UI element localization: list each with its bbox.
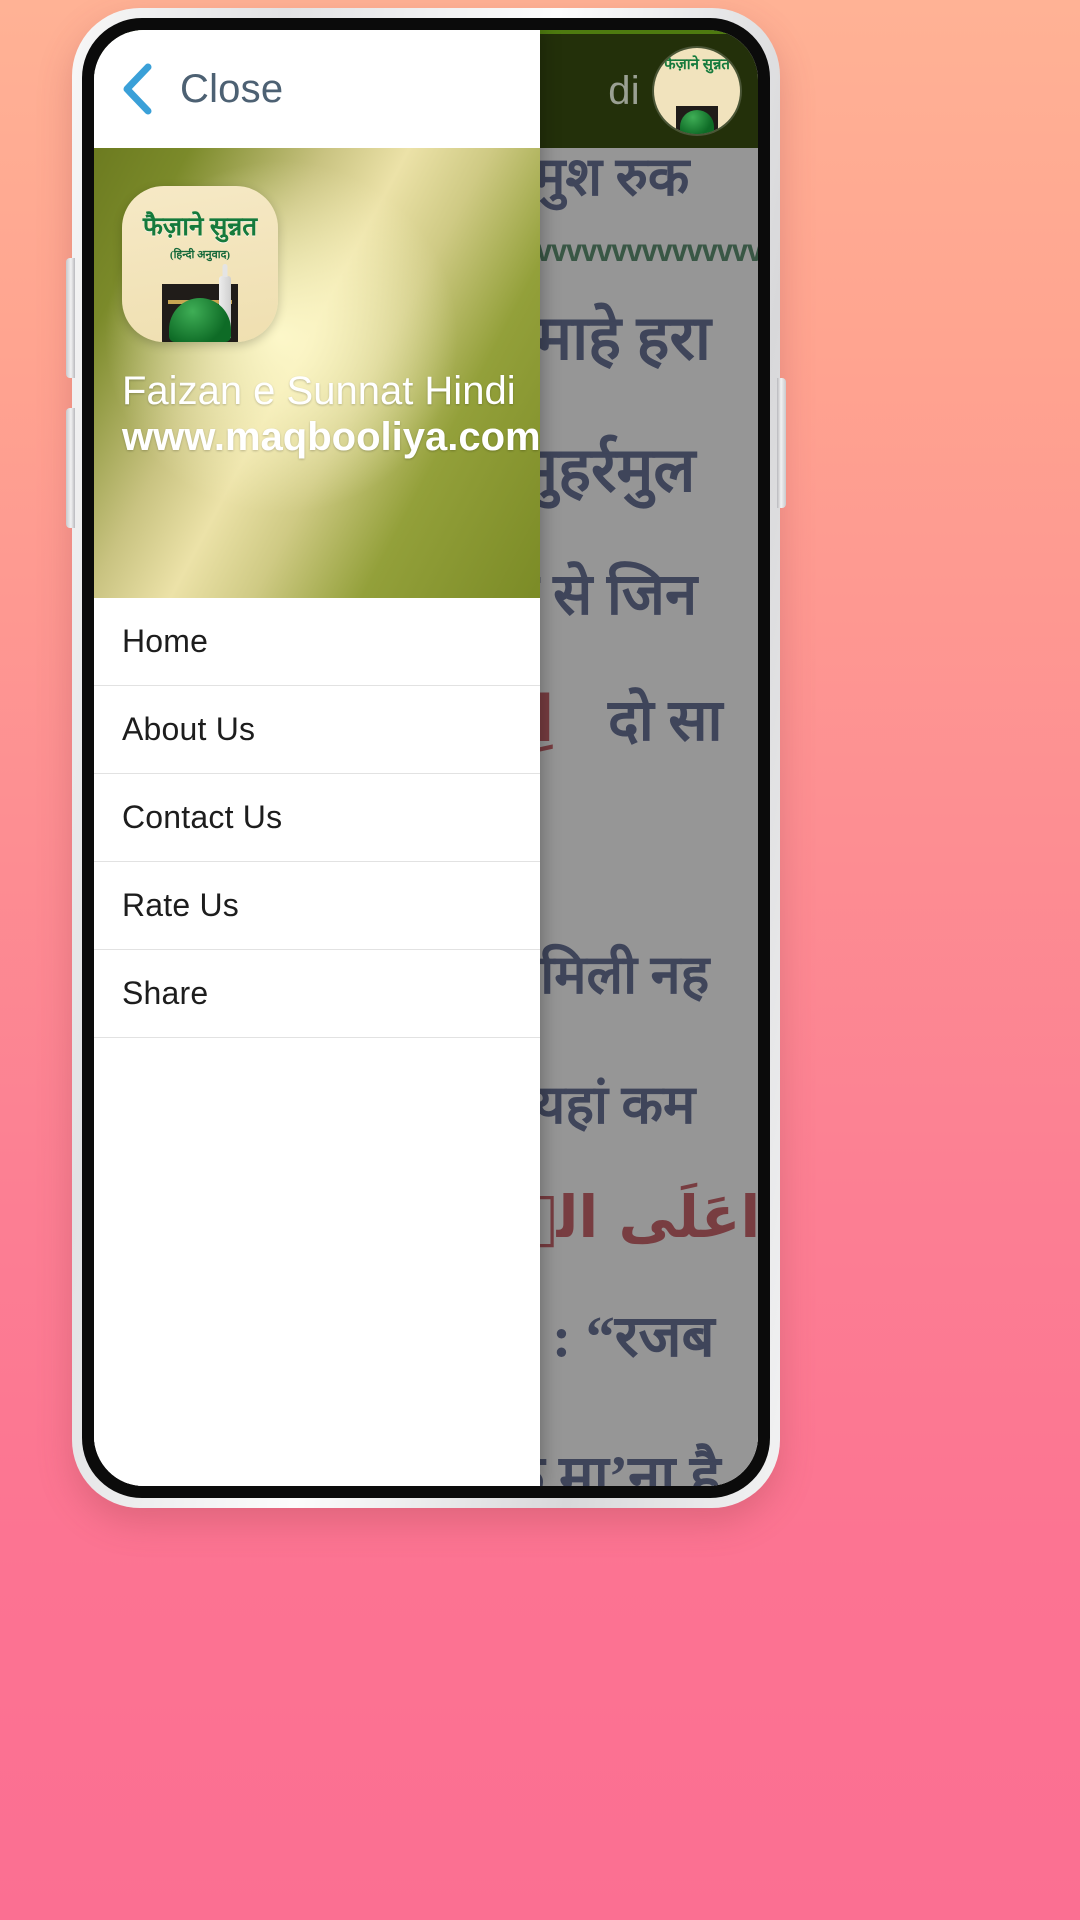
- volume-button-lower[interactable]: [66, 408, 75, 528]
- menu-item-contact-us[interactable]: Contact Us: [94, 774, 540, 862]
- menu-item-about-us[interactable]: About Us: [94, 686, 540, 774]
- phone-bezel: di फैज़ाने सुन्नत र, मुश रुकvvvvvvvvvvvv…: [82, 18, 770, 1498]
- drawer-close-bar[interactable]: Close: [94, 30, 540, 148]
- chevron-left-icon[interactable]: [120, 62, 154, 116]
- volume-button-upper[interactable]: [66, 258, 75, 378]
- menu-item-home[interactable]: Home: [94, 598, 540, 686]
- drawer-header: फैज़ाने सुन्नत (हिन्दी अनुवाद) Faizan e …: [94, 148, 540, 598]
- app-icon-subtitle-text: (हिन्दी अनुवाद): [169, 249, 231, 261]
- phone-device-frame: di फैज़ाने सुन्नत र, मुश रुकvvvvvvvvvvvv…: [66, 8, 786, 1508]
- drawer-menu-list: Home About Us Contact Us Rate Us Share: [94, 598, 540, 1486]
- app-bar-title: di: [608, 68, 640, 113]
- drawer-app-url: www.maqbooliya.com: [122, 415, 540, 460]
- navigation-drawer: Close फैज़ाने सुन्नत (हिन्दी अनुवाद) Fai…: [94, 30, 540, 1486]
- phone-screen: di फैज़ाने सुन्नत र, मुश रुकvvvvvvvvvvvv…: [94, 30, 758, 1486]
- power-button[interactable]: [777, 378, 786, 508]
- close-label[interactable]: Close: [180, 67, 283, 112]
- drawer-app-title: Faizan e Sunnat Hindi: [122, 369, 516, 413]
- app-icon-title-text: फैज़ाने सुन्नत: [142, 212, 258, 241]
- menu-item-rate-us[interactable]: Rate Us: [94, 862, 540, 950]
- badge-title-text: फैज़ाने सुन्नत: [664, 57, 730, 73]
- menu-item-share[interactable]: Share: [94, 950, 540, 1038]
- app-logo-badge-icon[interactable]: फैज़ाने सुन्नत: [654, 48, 740, 134]
- app-icon: फैज़ाने सुन्नत (हिन्दी अनुवाद): [122, 186, 278, 342]
